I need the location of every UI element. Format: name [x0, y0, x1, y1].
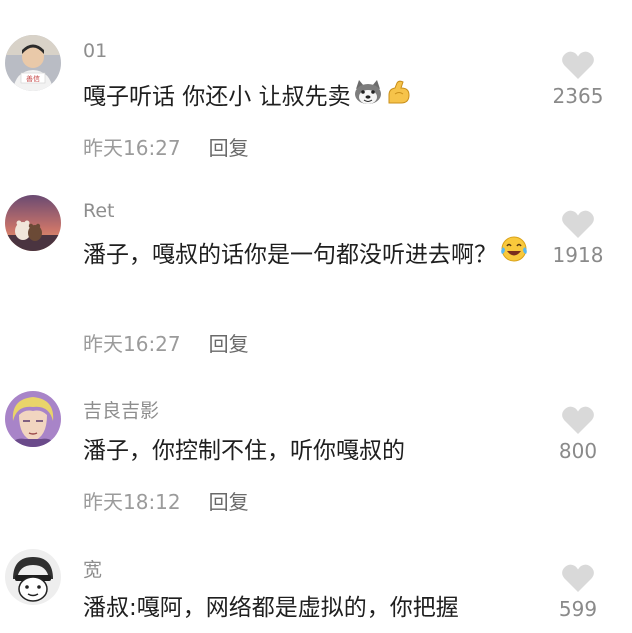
comment-username[interactable]: 宽 — [83, 555, 102, 582]
reply-button[interactable]: 回复 — [209, 136, 249, 160]
comment-text-body: 潘子，你控制不住，听你嘎叔的 — [83, 438, 405, 464]
comment-time: 昨天16:27 — [83, 332, 181, 356]
comment-username[interactable]: 01 — [83, 40, 107, 62]
heart-icon — [562, 51, 594, 79]
comment-meta: 昨天16:27 回复 — [83, 132, 249, 161]
comment-meta: 昨天16:27 回复 — [83, 328, 249, 357]
comment-text-body: 嘎子听话 你还小 让叔先卖 — [83, 84, 351, 110]
reply-button[interactable]: 回复 — [209, 332, 249, 356]
like-count: 599 — [558, 597, 598, 621]
comment-time: 昨天16:27 — [83, 136, 181, 160]
reply-button[interactable]: 回复 — [209, 490, 249, 514]
heart-icon — [562, 210, 594, 238]
like-count: 2365 — [552, 84, 604, 108]
avatar-bear-sunset-icon — [5, 195, 61, 251]
comment-time: 昨天18:12 — [83, 490, 181, 514]
comment-item: 善信 01 嘎子听话 你还小 让叔先卖 昨天16:27 回复 2365 — [0, 0, 632, 175]
heart-icon — [562, 406, 594, 434]
comment-text: 潘叔:嘎阿，网络都是虚拟的，你把握 — [83, 585, 538, 631]
avatar[interactable]: 善信 — [5, 35, 61, 91]
comment-item: Ret 潘子，嘎叔的话你是一句都没听进去啊？ 昨天16:27 回复 1918 — [0, 175, 632, 371]
avatar[interactable] — [5, 195, 61, 251]
comment-meta: 昨天18:12 回复 — [83, 486, 249, 515]
like-button[interactable]: 2365 — [545, 50, 611, 108]
avatar[interactable] — [5, 549, 61, 605]
like-button[interactable]: 800 — [545, 405, 611, 463]
comment-text: 嘎子听话 你还小 让叔先卖 — [83, 74, 538, 121]
comment-username[interactable]: Ret — [83, 200, 115, 222]
comment-text-body: 潘子，嘎叔的话你是一句都没听进去啊？ — [83, 242, 497, 268]
like-button[interactable]: 599 — [545, 563, 611, 621]
comment-username[interactable]: 吉良吉影 — [83, 396, 159, 423]
comment-item: 宽 潘叔:嘎阿，网络都是虚拟的，你把握 599 — [0, 543, 632, 633]
laughing-tears-emoji-icon — [499, 233, 529, 279]
flex-arm-emoji-icon — [385, 75, 413, 121]
comment-text-body: 潘叔:嘎阿，网络都是虚拟的，你把握 — [83, 595, 459, 621]
comment-item: 吉良吉影 潘子，你控制不住，听你嘎叔的 昨天18:12 回复 800 — [0, 371, 632, 543]
avatar-helmet-cartoon-icon — [5, 549, 61, 605]
husky-emoji-icon — [353, 75, 383, 121]
comment-text: 潘子，嘎叔的话你是一句都没听进去啊？ — [83, 232, 538, 279]
avatar-anime-character-icon — [5, 391, 61, 447]
svg-text:善信: 善信 — [26, 74, 40, 83]
like-count: 800 — [558, 439, 598, 463]
comment-text: 潘子，你控制不住，听你嘎叔的 — [83, 428, 538, 474]
heart-icon — [562, 564, 594, 592]
like-button[interactable]: 1918 — [545, 209, 611, 267]
avatar-person-icon: 善信 — [5, 35, 61, 91]
like-count: 1918 — [552, 243, 604, 267]
avatar[interactable] — [5, 391, 61, 447]
